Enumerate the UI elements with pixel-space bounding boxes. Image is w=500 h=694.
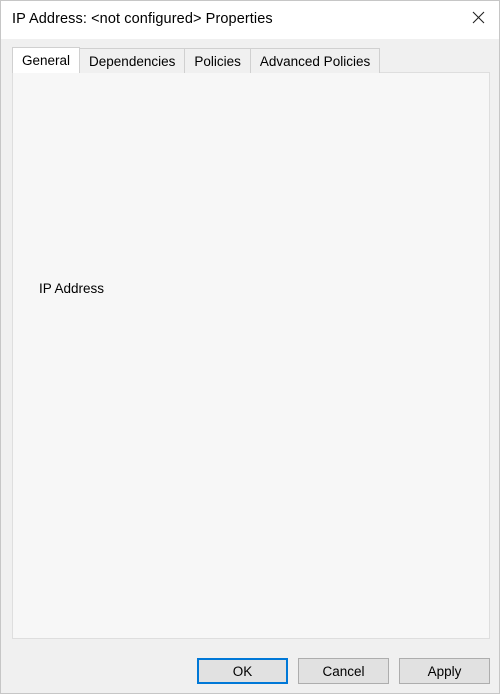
tab-general[interactable]: General (12, 47, 81, 73)
close-button[interactable] (455, 1, 499, 33)
tab-strip: General Dependencies Policies Advanced P… (12, 47, 381, 73)
tab-dependencies-label: Dependencies (89, 53, 176, 69)
tab-general-label: General (22, 53, 71, 68)
cancel-button-label: Cancel (322, 663, 365, 679)
close-icon (472, 11, 485, 24)
general-tab-panel (12, 72, 490, 639)
ip-address-groupbox-title: IP Address (35, 281, 109, 296)
tab-advanced-policies[interactable]: Advanced Policies (249, 48, 381, 73)
window-title: IP Address: <not configured> Properties (12, 11, 273, 27)
ok-button-label: OK (232, 663, 253, 679)
title-bar: IP Address: <not configured> Properties (1, 1, 499, 39)
apply-button-label: Apply (427, 663, 462, 679)
tab-advanced-policies-label: Advanced Policies (259, 53, 371, 69)
apply-button[interactable]: Apply (399, 658, 490, 684)
cancel-button[interactable]: Cancel (298, 658, 389, 684)
tab-policies-label: Policies (194, 53, 241, 69)
ip-address-properties-dialog: IP Address: <not configured> Properties … (0, 0, 500, 694)
tab-dependencies[interactable]: Dependencies (79, 48, 186, 73)
tab-policies[interactable]: Policies (184, 48, 251, 73)
ok-button[interactable]: OK (197, 658, 288, 684)
